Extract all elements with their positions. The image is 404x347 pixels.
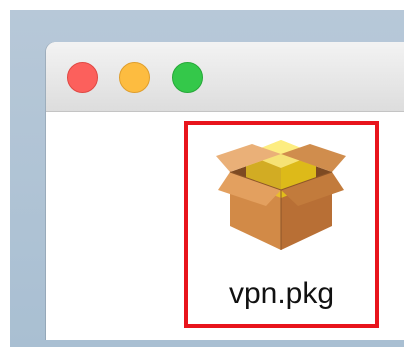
- minimize-button[interactable]: [119, 62, 150, 93]
- window-titlebar[interactable]: [46, 42, 404, 112]
- close-button[interactable]: [67, 62, 98, 93]
- package-icon[interactable]: [216, 132, 346, 252]
- file-name-label[interactable]: vpn.pkg: [186, 276, 377, 312]
- desktop: vpn.pkg: [0, 0, 404, 347]
- package-icon-graphic: [216, 140, 346, 250]
- zoom-button[interactable]: [172, 62, 203, 93]
